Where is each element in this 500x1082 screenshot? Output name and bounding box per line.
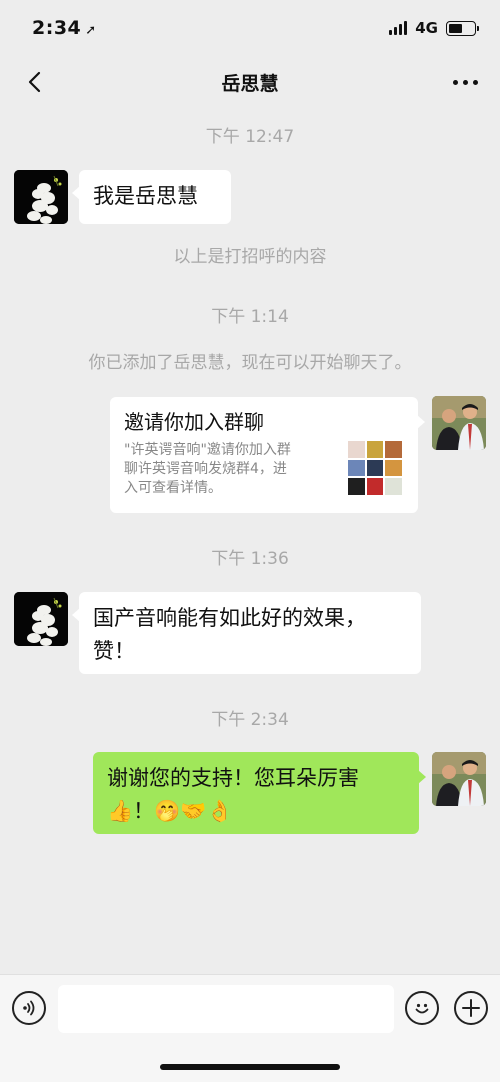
timestamp: 下午 12:47 [205, 127, 295, 147]
status-right: 4G [389, 19, 479, 37]
message-bubble-received[interactable]: 国产音响能有如此好的效果， 赞！ [72, 592, 421, 674]
more-dots-icon[interactable] [453, 68, 478, 96]
avatar-contact[interactable] [14, 592, 68, 646]
message-input[interactable] [58, 985, 394, 1033]
status-bar: 2:34 ➚ 4G [0, 0, 500, 56]
avatar-contact[interactable] [14, 170, 68, 224]
timestamp: 下午 1:36 [211, 549, 289, 569]
chat-header: 岳思慧 [0, 56, 500, 108]
card-desc-line: 聊许英谔音响发烧群4，进 [124, 461, 287, 477]
location-arrow-icon: ➚ [85, 23, 97, 38]
avatar-self[interactable] [432, 396, 486, 450]
home-indicator [160, 1064, 340, 1070]
card-title: 邀请你加入群聊 [124, 410, 264, 434]
emoji-button[interactable] [405, 991, 439, 1025]
system-message: 以上是打招呼的内容 [173, 247, 327, 267]
message-text: 👍！🤭🤝👌 [107, 799, 233, 823]
card-description: "许英谔音响"邀请你加入群 聊许英谔音响发烧群4，进 入可查看详情。 [124, 441, 336, 498]
message-text: 我是岳思慧 [93, 184, 198, 208]
group-invite-card[interactable]: 邀请你加入群聊 "许英谔音响"邀请你加入群 聊许英谔音响发烧群4，进 入可查看详… [110, 397, 425, 513]
card-desc-line: 入可查看详情。 [124, 480, 222, 496]
back-button[interactable] [18, 66, 50, 98]
avatar-self[interactable] [432, 752, 486, 806]
group-thumbnail-grid [348, 441, 402, 495]
message-text: 国产音响能有如此好的效果， [93, 606, 366, 630]
battery-icon [446, 20, 479, 36]
timestamp: 下午 2:34 [211, 710, 289, 730]
voice-button[interactable] [12, 991, 46, 1025]
emoji-icon [415, 1003, 429, 1014]
chat-title: 岳思慧 [221, 72, 279, 95]
plus-button[interactable] [454, 991, 488, 1025]
status-time: 2:34 ➚ [32, 17, 97, 39]
message-text: 赞！ [93, 639, 135, 663]
back-arrow-icon [28, 71, 41, 93]
message-bubble-received[interactable]: 我是岳思慧 [72, 170, 231, 224]
self-avatar-image [432, 396, 486, 450]
self-avatar-image [432, 752, 486, 806]
flower-avatar-image [14, 592, 68, 646]
signal-icon [389, 21, 408, 35]
card-desc-line: "许英谔音响"邀请你加入群 [124, 442, 291, 458]
clock-text: 2:34 [32, 17, 82, 39]
message-text: 谢谢您的支持！您耳朵厉害 [107, 766, 359, 790]
system-message: 你已添加了岳思慧，现在可以开始聊天了。 [88, 353, 412, 373]
timestamp: 下午 1:14 [211, 307, 289, 327]
network-type: 4G [415, 19, 438, 37]
plus-icon [462, 999, 480, 1017]
flower-avatar-image [14, 170, 68, 224]
voice-icon [23, 1000, 35, 1016]
message-bubble-sent[interactable]: 谢谢您的支持！您耳朵厉害 👍！🤭🤝👌 [93, 752, 426, 834]
